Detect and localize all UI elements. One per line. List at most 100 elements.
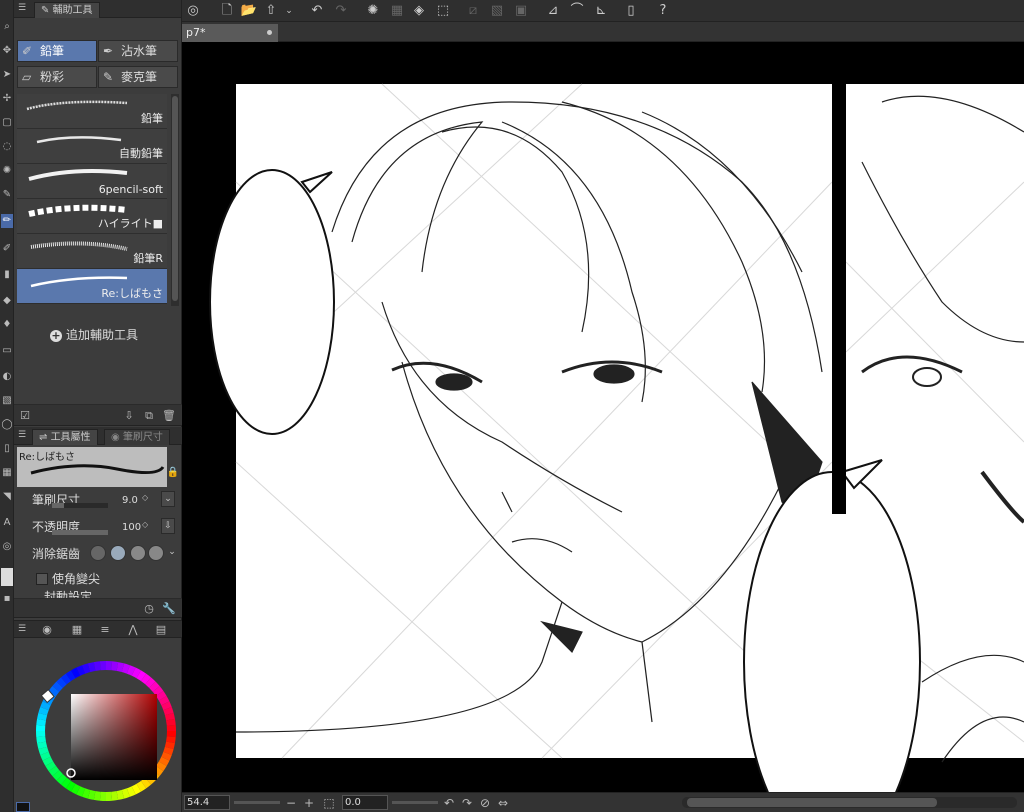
rotation-slider[interactable] [392, 801, 438, 804]
gradient-tool-icon[interactable]: ◯ [1, 418, 13, 432]
brush-size-slider[interactable] [52, 503, 108, 508]
snap-ruler-icon[interactable]: ⊿ [544, 2, 562, 20]
export-subtool-icon[interactable]: ⇩ [122, 409, 136, 423]
ruler-tool-icon[interactable]: ◥ [1, 490, 13, 504]
main-color-swatch[interactable] [1, 568, 13, 586]
group-pencil-button[interactable]: ✐ 鉛筆 [17, 40, 97, 62]
antialias-none[interactable] [90, 545, 106, 561]
operation-tool-icon[interactable]: ➤ [1, 68, 13, 82]
selection-tool-icon[interactable]: ▢ [1, 116, 13, 130]
deselect-icon[interactable]: ⧄ [464, 2, 482, 20]
color-slider-tab-icon[interactable]: ≡ [98, 623, 112, 637]
clock-reset-icon[interactable]: ◷ [142, 602, 156, 616]
tab-subtool[interactable]: ✎ 輔助工具 [34, 2, 100, 18]
opacity-slider[interactable] [52, 530, 108, 535]
zoom-tool-icon[interactable]: ⌕ [1, 20, 13, 34]
brush-tool-icon[interactable]: ▮ [1, 268, 13, 282]
stepper-icon[interactable]: ◇ [142, 493, 152, 502]
antialias-strong[interactable] [148, 545, 164, 561]
selection-border-icon[interactable]: ▣ [512, 2, 530, 20]
color-set-tab-icon[interactable]: ▦ [70, 623, 84, 637]
intermediate-color-tab-icon[interactable]: ⋀ [126, 623, 140, 637]
auto-select-tool-icon[interactable]: ✺ [1, 164, 13, 178]
group-marker-button[interactable]: ✎ 麥克筆 [98, 66, 178, 88]
pencil-tool-icon[interactable]: ✐ [1, 242, 13, 256]
wrench-icon[interactable]: 🔧 [162, 602, 176, 616]
rotation-angle-field[interactable]: 0.0 [342, 795, 388, 810]
brush-item-re-shibamosa[interactable]: Re:しばもさ [17, 269, 167, 304]
brush-item-pencil-r[interactable]: 鉛筆R [17, 234, 167, 269]
eyedropper-tool-icon[interactable]: ✎ [1, 188, 13, 202]
antialias-weak[interactable] [110, 545, 126, 561]
tab-document-p7[interactable]: p7* [182, 24, 278, 42]
corner-checkbox[interactable] [36, 573, 48, 585]
panel-menu-icon[interactable]: ☰ [18, 3, 28, 13]
balloon-tool-icon[interactable]: ◎ [1, 540, 13, 554]
scrollbar-thumb[interactable] [687, 798, 937, 807]
stepper-icon[interactable]: ◇ [142, 520, 152, 529]
color-wheel-tab-icon[interactable]: ◉ [40, 623, 54, 637]
zoom-field[interactable]: 54.4 [184, 795, 230, 810]
color-wheel[interactable] [31, 656, 181, 806]
fill-tool-icon[interactable]: ▧ [1, 394, 13, 408]
group-pastel-button[interactable]: ▱ 粉彩 [17, 66, 97, 88]
tab-tool-property[interactable]: ⇌ 工具屬性 [32, 429, 98, 445]
smartphone-icon[interactable]: ▯ [622, 2, 640, 20]
tab-brush-size[interactable]: ◉ 筆刷尺寸 [104, 429, 170, 445]
reset-rotation-icon[interactable]: ⊘ [478, 794, 492, 812]
undo-icon[interactable]: ↶ [308, 2, 326, 20]
current-color-swatch[interactable] [16, 802, 30, 812]
brush-item-pencil[interactable]: 鉛筆 [17, 94, 167, 129]
new-file-icon[interactable]: 🗋 [218, 2, 236, 20]
unsaved-dot-icon[interactable] [267, 30, 272, 35]
lock-icon[interactable]: 🔒 [167, 467, 179, 478]
speech-balloon-left[interactable] [209, 169, 335, 435]
manga-canvas[interactable] [182, 42, 1024, 792]
panel-menu-icon[interactable]: ☰ [18, 624, 28, 634]
fill-bucket-icon[interactable]: ◈ [410, 2, 428, 20]
blend-tool-icon[interactable]: ◐ [1, 370, 13, 384]
group-pen-button[interactable]: ✒ 沾水筆 [98, 40, 178, 62]
text-tool-icon[interactable]: A [1, 516, 13, 530]
airbrush-tool-icon[interactable]: ◆ [1, 294, 13, 308]
canvas-area[interactable] [182, 42, 1024, 792]
rotate-right-icon[interactable]: ↷ [460, 794, 474, 812]
move-tool-icon[interactable]: ✥ [1, 44, 13, 58]
fit-icon[interactable]: ⬚ [322, 794, 336, 812]
pen-tool-icon[interactable]: ✏ [1, 214, 13, 228]
duplicate-subtool-icon[interactable]: ⧉ [142, 409, 156, 423]
frame-tool-icon[interactable]: ▦ [1, 466, 13, 480]
lasso-tool-icon[interactable]: ◌ [1, 140, 13, 154]
figure-tool-icon[interactable]: ▯ [1, 442, 13, 456]
help-icon[interactable]: ? [654, 2, 672, 20]
brush-item-mechanical-pencil[interactable]: 自動鉛筆 [17, 129, 167, 164]
brush-list-scrollbar[interactable] [171, 94, 179, 306]
open-folder-icon[interactable]: 📂 [240, 2, 258, 20]
decoration-tool-icon[interactable]: ♦ [1, 318, 13, 332]
clear-icon[interactable]: ▦ [388, 2, 406, 20]
eraser-tool-icon[interactable]: ▭ [1, 344, 13, 358]
rotate-left-icon[interactable]: ↶ [442, 794, 456, 812]
chevron-down-icon[interactable]: ⌄ [165, 545, 179, 561]
move-layer-tool-icon[interactable]: ✢ [1, 92, 13, 106]
brush-item-6pencil-soft[interactable]: 6pencil-soft [17, 164, 167, 199]
chevron-down-icon[interactable]: ⌄ [161, 491, 175, 507]
zoom-slider[interactable] [234, 801, 280, 804]
clip-studio-logo-icon[interactable]: ◎ [184, 2, 202, 20]
flip-horizontal-icon[interactable]: ⇔ [496, 794, 510, 812]
trash-icon[interactable]: 🗑 [162, 409, 176, 423]
chevron-down-icon[interactable]: ⌄ [280, 2, 298, 20]
sub-color-swatch[interactable]: ▪ [1, 592, 13, 606]
add-subtool-button[interactable]: + 追加輔助工具 [50, 326, 138, 343]
zoom-out-icon[interactable]: − [284, 794, 298, 812]
save-icon[interactable]: ⇧ [262, 2, 280, 20]
antialias-medium[interactable] [130, 545, 146, 561]
panel-menu-icon[interactable]: ☰ [18, 430, 28, 440]
subtool-settings-icon[interactable]: ☑ [18, 409, 32, 423]
snap-special-ruler-icon[interactable]: ⌒ [568, 2, 586, 20]
zoom-in-icon[interactable]: + [302, 794, 316, 812]
invert-selection-icon[interactable]: ▧ [488, 2, 506, 20]
snap-grid-icon[interactable]: ⊾ [592, 2, 610, 20]
redo-icon[interactable]: ↷ [332, 2, 350, 20]
loading-icon[interactable]: ✺ [364, 2, 382, 20]
